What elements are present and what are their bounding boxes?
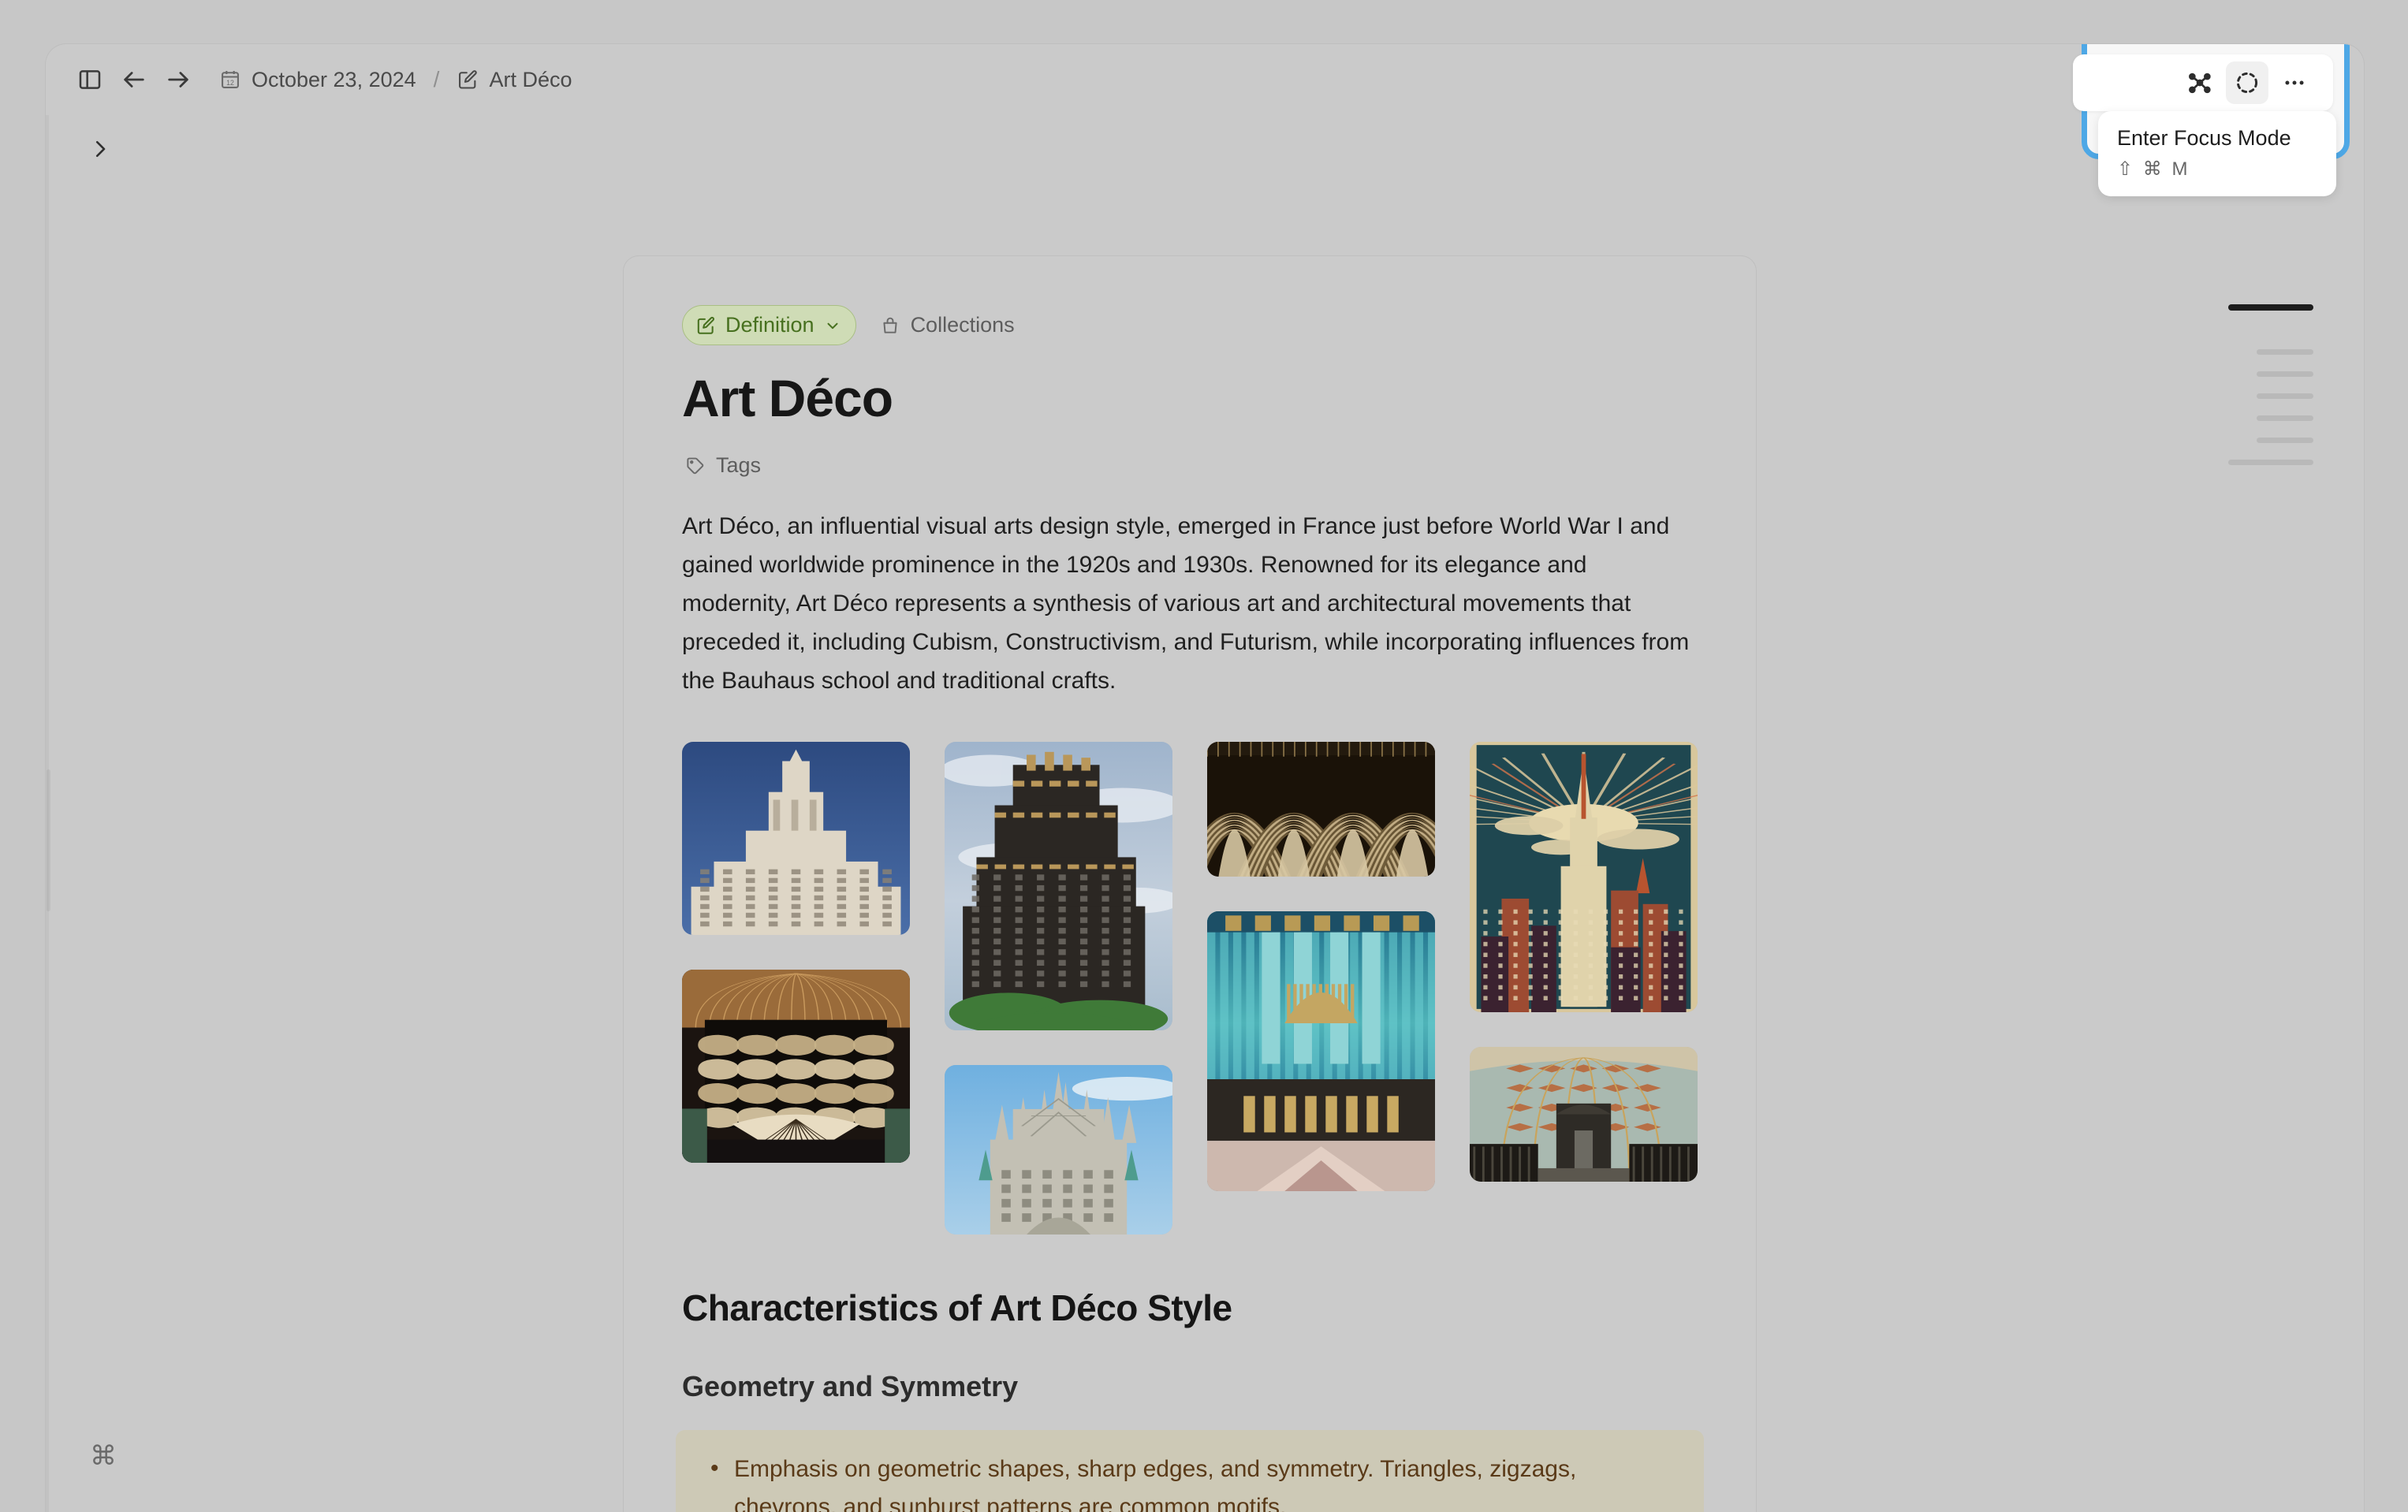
graph-view-button[interactable] — [2179, 61, 2221, 104]
graph-view-icon — [2186, 69, 2213, 96]
titlebar: 12 October 23, 2024 / Art Déco — [46, 44, 2364, 115]
focus-mode-button[interactable] — [2226, 61, 2268, 104]
breadcrumb-separator: / — [434, 67, 440, 92]
document-meta-row: Definition Collections — [682, 305, 1698, 345]
document-type-label: Definition — [725, 313, 814, 337]
document-scroll-area: Definition Collections Art Déco — [46, 115, 2364, 1512]
desktop-backdrop: 12 October 23, 2024 / Art Déco — [0, 0, 2408, 1512]
app-window: 12 October 23, 2024 / Art Déco — [46, 44, 2364, 1512]
gallery-column — [682, 742, 910, 1163]
sidebar-toggle-button[interactable] — [68, 58, 112, 102]
gallery-column — [1207, 742, 1435, 1191]
document-type-badge[interactable]: Definition — [682, 305, 856, 345]
breadcrumb-item-page[interactable]: Art Déco — [450, 63, 578, 97]
calendar-icon: 12 — [219, 69, 241, 91]
tags-label: Tags — [716, 453, 761, 478]
breadcrumb-item-date[interactable]: 12 October 23, 2024 — [213, 63, 423, 97]
subsection-heading-geometry: Geometry and Symmetry — [682, 1370, 1698, 1403]
arrow-right-icon — [165, 66, 192, 93]
edit-document-icon — [457, 69, 479, 91]
breadcrumb-date-label: October 23, 2024 — [252, 68, 416, 92]
collection-bag-icon — [880, 315, 900, 336]
focus-mode-dashed-circle-icon — [2234, 69, 2261, 96]
section-heading-characteristics: Characteristics of Art Déco Style — [682, 1287, 1698, 1329]
tags-field[interactable]: Tags — [685, 453, 761, 478]
more-options-ellipsis-icon — [2281, 69, 2308, 96]
image-gallery — [682, 742, 1698, 1235]
callout-bullet-list: Emphasis on geometric shapes, sharp edge… — [703, 1451, 1677, 1512]
more-options-button[interactable] — [2273, 61, 2316, 104]
callout-bullet: Emphasis on geometric shapes, sharp edge… — [703, 1451, 1641, 1512]
breadcrumb: 12 October 23, 2024 / Art Déco — [213, 63, 578, 97]
focus-mode-highlight-ring: Enter Focus Mode ⇧ ⌘ M — [2082, 44, 2350, 159]
chevron-down-icon — [824, 317, 841, 334]
sidebar-panel-icon — [77, 67, 103, 92]
gallery-image-chrysler-lobby-arches-ceiling[interactable] — [1207, 742, 1435, 877]
gallery-image-gothic-deco-spire-blue-sky[interactable] — [945, 1065, 1172, 1235]
page-title: Art Déco — [682, 371, 1698, 426]
callout-block: Emphasis on geometric shapes, sharp edge… — [676, 1430, 1704, 1512]
gallery-column — [945, 742, 1172, 1235]
tooltip-shortcut: ⇧ ⌘ M — [2117, 158, 2317, 181]
header-actions-toolbar — [2073, 54, 2333, 111]
gallery-image-art-deco-tower-facade-blue-sky[interactable] — [682, 742, 910, 935]
gallery-image-art-deco-skyline-sunburst-poster[interactable] — [1470, 742, 1698, 1012]
forward-button[interactable] — [156, 58, 200, 102]
svg-text:12: 12 — [226, 79, 234, 87]
back-button[interactable] — [112, 58, 156, 102]
gallery-image-art-deco-fan-arch-interior[interactable] — [682, 970, 910, 1163]
collections-link[interactable]: Collections — [880, 313, 1015, 337]
gallery-image-american-radiator-building[interactable] — [945, 742, 1172, 1030]
intro-paragraph: Art Déco, an influential visual arts des… — [682, 508, 1698, 700]
gallery-image-vaulted-ornate-corridor[interactable] — [1470, 1047, 1698, 1182]
document-card: Definition Collections Art Déco — [623, 255, 1757, 1512]
collections-label: Collections — [911, 313, 1015, 337]
edit-document-icon — [695, 315, 716, 336]
arrow-left-icon — [121, 66, 147, 93]
tooltip-title: Enter Focus Mode — [2117, 125, 2317, 151]
gallery-image-teal-glazed-terracotta-entrance[interactable] — [1207, 911, 1435, 1191]
breadcrumb-page-label: Art Déco — [489, 68, 572, 92]
gallery-column — [1470, 742, 1698, 1182]
tag-icon — [685, 456, 706, 476]
focus-mode-tooltip: Enter Focus Mode ⇧ ⌘ M — [2098, 111, 2336, 196]
